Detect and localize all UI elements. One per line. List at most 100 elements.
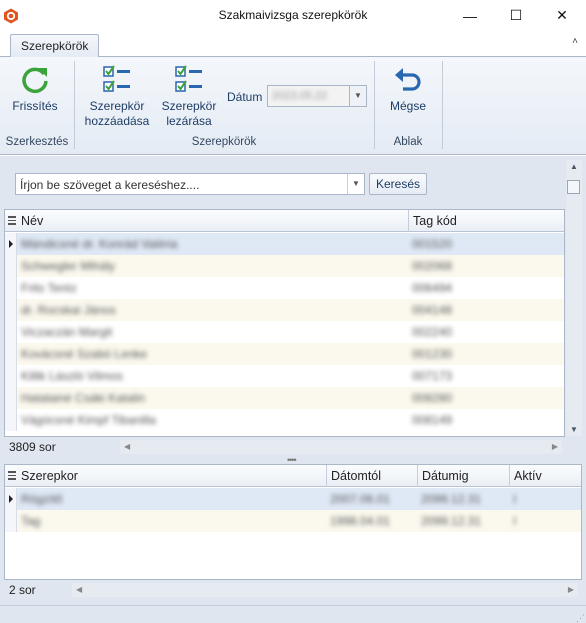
chevron-down-icon[interactable]: ▼ bbox=[349, 86, 366, 106]
table-cell: Mándicsné dr. Konrád Valéria bbox=[21, 237, 178, 251]
row-indicator bbox=[5, 343, 17, 365]
row-indicator bbox=[5, 365, 17, 387]
scroll-right-icon[interactable]: ▶ bbox=[552, 442, 558, 451]
ribbon-collapse-icon[interactable]: ˄ bbox=[572, 36, 578, 47]
column-menu-icon[interactable] bbox=[8, 216, 16, 225]
checklist-add-icon bbox=[103, 65, 130, 92]
resize-grip-icon[interactable]: ⋰ bbox=[576, 614, 585, 623]
add-role-label-1: Szerepkör bbox=[89, 99, 145, 113]
close-role-button[interactable]: Szerepkör lezárása bbox=[158, 65, 220, 129]
tab-szerepkorok[interactable]: Szerepkörök bbox=[10, 34, 100, 58]
current-row-icon bbox=[9, 240, 13, 248]
maximize-icon: ☐ bbox=[509, 7, 523, 23]
table-row[interactable]: Schwegler Mihály 002068 bbox=[5, 255, 564, 277]
ribbon: Frissítés Szerkesztés Szerepkör hozzáadá… bbox=[0, 57, 586, 155]
table-cell: 004148 bbox=[412, 303, 453, 317]
table-cell: Schwegler Mihály bbox=[21, 259, 116, 273]
table-cell: Kovácsné Szabó Lenke bbox=[21, 347, 148, 361]
group-label-szerkesztes: Szerkesztés bbox=[5, 136, 69, 148]
splitter-grip-icon[interactable]: •••• bbox=[287, 456, 297, 465]
grid-header: Szerepkor Dátomtól Dátumig Aktív bbox=[5, 465, 581, 487]
table-cell: Frits Teréz bbox=[21, 281, 77, 295]
scroll-left-icon[interactable]: ◀ bbox=[124, 442, 130, 451]
scroll-up-icon[interactable]: ▲ bbox=[570, 162, 578, 171]
row-indicator bbox=[5, 510, 17, 532]
table-row[interactable]: Hatalainé Csáki Katalin 008280 bbox=[5, 387, 564, 409]
row-indicator bbox=[5, 321, 17, 343]
add-role-button[interactable]: Szerepkör hozzáadása bbox=[84, 65, 150, 129]
splitter[interactable]: •••• bbox=[0, 456, 586, 465]
table-cell: 002240 bbox=[412, 325, 453, 339]
title-bar: Szakmaivizsga szerepkörök — ☐ ✕ bbox=[0, 0, 586, 31]
refresh-button[interactable]: Frissítés bbox=[8, 65, 62, 114]
row-indicator bbox=[5, 277, 17, 299]
column-header-datumig[interactable]: Dátumig bbox=[417, 465, 509, 487]
table-cell: 006494 bbox=[412, 281, 453, 295]
cancel-label: Mégse bbox=[389, 99, 427, 113]
table-cell: 001520 bbox=[412, 237, 453, 251]
table-cell: 2007.06.01 bbox=[330, 492, 391, 506]
refresh-icon bbox=[22, 67, 48, 94]
table-row[interactable]: Killik László Vilmos 007173 bbox=[5, 365, 564, 387]
table-cell: Killik László Vilmos bbox=[21, 369, 123, 383]
horizontal-scrollbar[interactable]: ◀ ▶ bbox=[120, 440, 562, 454]
group-separator bbox=[442, 61, 443, 149]
table-row[interactable]: Frits Teréz 006494 bbox=[5, 277, 564, 299]
row-count: 3809 sor bbox=[9, 440, 56, 454]
maximize-button[interactable]: ☐ bbox=[493, 0, 539, 31]
close-button[interactable]: ✕ bbox=[539, 0, 585, 31]
search-input[interactable]: Írjon be szöveget a kereséshez.... ▼ bbox=[15, 173, 365, 195]
datum-value: 2023.05.22 bbox=[272, 90, 328, 102]
table-row[interactable]: Tag 1998.04.01 2099.12.31 I bbox=[5, 510, 581, 532]
checklist-close-icon bbox=[175, 65, 202, 92]
horizontal-scrollbar[interactable]: ◀ ▶ bbox=[72, 583, 578, 597]
row-indicator bbox=[5, 233, 17, 255]
datum-picker[interactable]: 2023.05.22 ▼ bbox=[267, 85, 367, 107]
cancel-button[interactable]: Mégse bbox=[384, 65, 432, 114]
table-cell: 001230 bbox=[412, 347, 453, 361]
table-row[interactable]: Viczaczán Margit 002240 bbox=[5, 321, 564, 343]
refresh-label: Frissítés bbox=[12, 99, 58, 113]
status-bar: ⋰ bbox=[0, 605, 586, 623]
scroll-down-icon[interactable]: ▼ bbox=[570, 425, 578, 434]
table-row[interactable]: Rögzítő 2007.06.01 2099.12.31 I bbox=[5, 488, 581, 510]
column-header-nev[interactable]: Név bbox=[17, 210, 408, 232]
scroll-right-icon[interactable]: ▶ bbox=[568, 585, 574, 594]
scroll-thumb[interactable] bbox=[567, 180, 580, 194]
group-label-ablak: Ablak bbox=[393, 136, 423, 148]
ribbon-tab-strip: Szerepkörök ˄ bbox=[0, 31, 586, 58]
table-cell: 008149 bbox=[412, 413, 453, 427]
close-icon: ✕ bbox=[556, 7, 568, 23]
close-role-label-1: Szerepkör bbox=[161, 99, 217, 113]
grid-header: Név Tag kód bbox=[5, 210, 564, 232]
table-cell: I bbox=[513, 492, 517, 506]
column-header-szerepkor[interactable]: Szerepkor bbox=[17, 465, 326, 487]
chevron-down-icon[interactable]: ▼ bbox=[347, 174, 364, 194]
datum-label: Dátum bbox=[227, 90, 263, 104]
row-count: 2 sor bbox=[9, 583, 36, 597]
current-row-icon bbox=[9, 495, 13, 503]
main-area: Írjon be szöveget a kereséshez.... ▼ Ker… bbox=[0, 156, 586, 623]
column-header-tag-kod[interactable]: Tag kód bbox=[408, 210, 564, 232]
scroll-left-icon[interactable]: ◀ bbox=[76, 585, 82, 594]
table-cell: Viczaczán Margit bbox=[21, 325, 113, 339]
table-row[interactable]: dr. Rocskai János 004148 bbox=[5, 299, 564, 321]
table-row[interactable]: Kovácsné Szabó Lenke 001230 bbox=[5, 343, 564, 365]
search-area: Írjon be szöveget a kereséshez.... ▼ Ker… bbox=[0, 156, 566, 208]
search-button[interactable]: Keresés bbox=[369, 173, 427, 195]
minimize-icon: — bbox=[463, 7, 477, 24]
table-row[interactable]: Vágócsné Kimpf Tibanilla 008149 bbox=[5, 409, 564, 431]
minimize-button[interactable]: — bbox=[447, 0, 493, 31]
column-header-datomtol[interactable]: Dátomtól bbox=[326, 465, 417, 487]
table-cell: 007173 bbox=[412, 369, 453, 383]
table-row[interactable]: Mándicsné dr. Konrád Valéria 001520 bbox=[5, 233, 564, 255]
row-indicator bbox=[5, 255, 17, 277]
table-cell: I bbox=[513, 514, 517, 528]
vertical-scrollbar[interactable]: ▲ ▼ bbox=[566, 160, 582, 436]
row-indicator bbox=[5, 409, 17, 431]
upper-grid-footer: 3809 sor ◀ ▶ bbox=[4, 437, 565, 457]
roles-grid: Szerepkor Dátomtól Dátumig Aktív Rögzítő… bbox=[4, 464, 582, 580]
column-header-aktiv[interactable]: Aktív bbox=[509, 465, 581, 487]
row-indicator bbox=[5, 387, 17, 409]
column-menu-icon[interactable] bbox=[8, 471, 16, 480]
